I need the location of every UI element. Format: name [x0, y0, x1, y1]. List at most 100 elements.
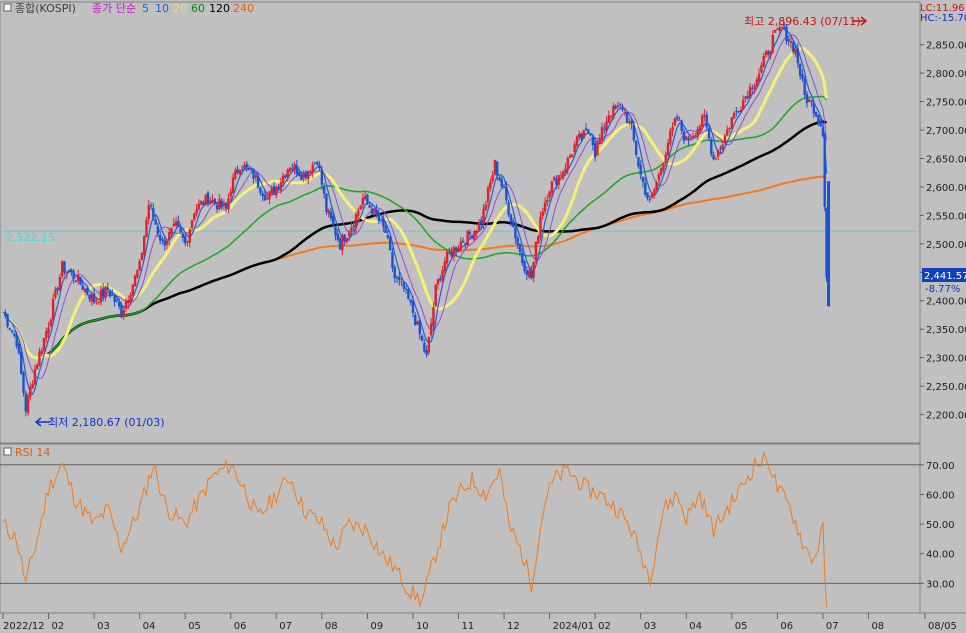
- candle-body: [209, 201, 212, 204]
- candle-body: [186, 241, 189, 243]
- candle-body: [757, 73, 761, 82]
- candle-body: [234, 170, 237, 179]
- kospi-chart[interactable]: 2,200.00 2,250.00 2,300.00 2,350.00 2,400.00…: [0, 0, 966, 633]
- candle-body: [575, 136, 579, 146]
- candle-body: [423, 342, 426, 352]
- candle-body: [306, 171, 310, 180]
- candle-body: [525, 270, 529, 275]
- candle-body: [657, 174, 661, 181]
- candle-body: [445, 251, 449, 263]
- candle-body: [669, 130, 672, 144]
- candle-body: [156, 226, 160, 234]
- candle-body: [735, 110, 738, 112]
- candle-body: [461, 240, 465, 243]
- candle-body: [470, 235, 474, 239]
- candle-body: [603, 128, 606, 130]
- candle-body: [637, 157, 640, 167]
- candle-body: [716, 150, 720, 157]
- candle-body: [810, 100, 813, 102]
- candle-body: [801, 73, 804, 79]
- candle-body: [707, 128, 711, 139]
- candle-body: [691, 136, 695, 138]
- candle-body: [436, 279, 440, 285]
- candle-body: [591, 136, 595, 146]
- candle-body: [152, 208, 155, 218]
- candle-body: [404, 288, 408, 290]
- square-checkbox-icon[interactable]: [3, 3, 12, 12]
- rsi-tick-label: 50.00: [926, 520, 955, 531]
- candle-body: [213, 198, 217, 204]
- x-tick-label: 11: [462, 621, 475, 632]
- candle-body: [140, 253, 144, 261]
- price-tick-label: 2,350.00: [926, 325, 966, 336]
- candle-body: [366, 194, 369, 204]
- candle-body: [325, 193, 328, 212]
- candle-body: [719, 148, 722, 150]
- candle-body: [395, 276, 399, 279]
- candle-body: [511, 220, 515, 227]
- high-label: 최고 2,896.43 (07/11): [744, 15, 861, 28]
- candle-body: [726, 129, 729, 136]
- x-tick-label: 2022/12: [3, 621, 45, 632]
- candle-body: [327, 210, 330, 214]
- candle-body: [673, 119, 677, 126]
- candle-body: [309, 171, 312, 173]
- candle-body: [737, 110, 740, 113]
- candle-body: [557, 175, 560, 185]
- candle-body: [559, 175, 563, 177]
- candle-body: [730, 117, 733, 129]
- candle-body: [441, 269, 444, 280]
- candle-body: [523, 261, 526, 272]
- candle-body: [51, 299, 55, 321]
- candle-body: [748, 86, 752, 98]
- candle-body: [22, 372, 25, 393]
- candle-body: [696, 129, 699, 137]
- candle-body: [685, 136, 688, 140]
- candle-body: [370, 208, 374, 215]
- square-checkbox-icon[interactable]: [3, 447, 12, 456]
- candle-body: [49, 319, 53, 326]
- candle-body: [279, 182, 283, 191]
- candle-body: [26, 395, 30, 414]
- candle-body: [373, 208, 376, 213]
- candle-body: [343, 234, 346, 242]
- candle-body: [773, 29, 777, 33]
- candle-body: [516, 237, 519, 246]
- candle-body: [261, 193, 264, 196]
- candle-body: [539, 216, 542, 238]
- candle-body: [177, 220, 180, 227]
- candle-body: [792, 41, 795, 53]
- candle-body: [184, 236, 187, 244]
- candle-body: [115, 299, 119, 302]
- candle-body: [350, 227, 353, 233]
- candle-body: [45, 331, 48, 339]
- x-tick-label: 04: [689, 621, 702, 632]
- candle-body: [605, 121, 608, 132]
- candle-body: [439, 278, 442, 281]
- x-tick-label: 03: [97, 621, 110, 632]
- last-change-label: -8.77%: [925, 284, 960, 295]
- candle-body: [316, 162, 319, 165]
- rsi-tick-label: 40.00: [926, 550, 955, 561]
- candle-body: [771, 34, 774, 53]
- candle-body: [332, 216, 335, 226]
- candle-body: [464, 243, 467, 245]
- candle-body: [450, 251, 453, 257]
- candle-body: [420, 335, 424, 341]
- ma-20-label: 20: [173, 2, 187, 15]
- candle-body: [268, 191, 271, 200]
- candle-body: [236, 168, 239, 173]
- x-tick-label: 10: [416, 621, 429, 632]
- candle-body: [619, 104, 622, 106]
- candle-body: [744, 96, 747, 99]
- candle-body: [746, 95, 749, 99]
- candle-body: [628, 121, 631, 123]
- candle-body: [710, 139, 713, 155]
- candle-body: [270, 188, 273, 194]
- candle-body: [491, 174, 494, 181]
- candle-body: [131, 284, 135, 296]
- candle-body: [58, 276, 62, 290]
- candle-body: [133, 275, 137, 286]
- candle-body: [634, 140, 638, 155]
- candle-body: [518, 243, 522, 253]
